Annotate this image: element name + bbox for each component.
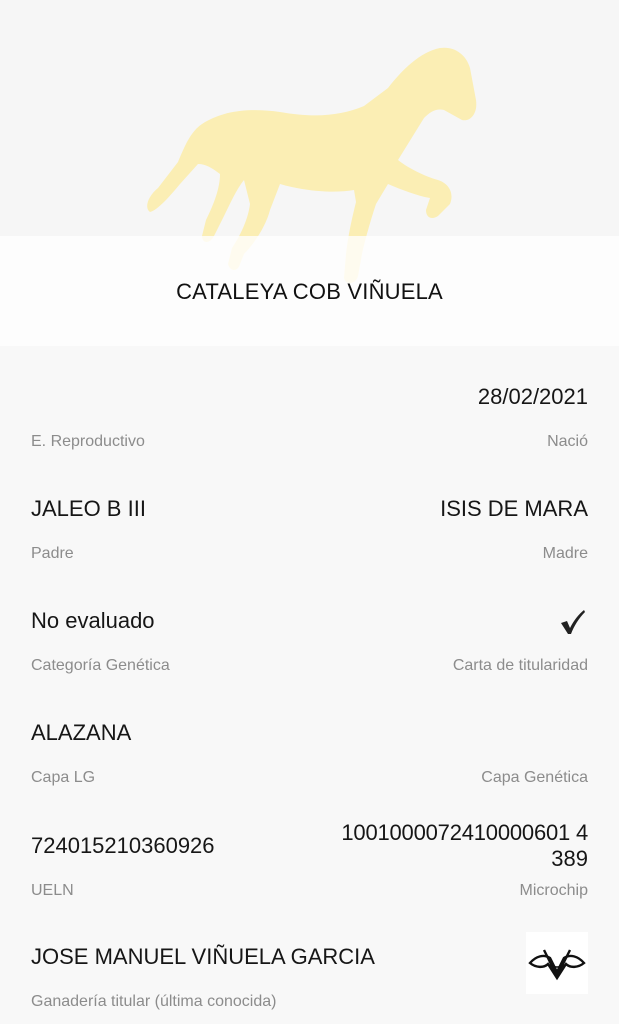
microchip-label: Microchip	[519, 882, 588, 899]
microchip-value-line1: 1001000072410000601 4	[341, 820, 588, 845]
madre-value[interactable]: ISIS DE MARA	[440, 496, 588, 522]
checkmark-icon	[561, 610, 585, 634]
horse-name: CATALEYA COB VIÑUELA	[176, 279, 443, 304]
categoria-genetica-label: Categoría Genética	[31, 657, 170, 674]
ganaderia-label: Ganadería titular (última conocida)	[31, 993, 277, 1010]
nacio-label: Nació	[547, 433, 588, 450]
capa-lg-label: Capa LG	[31, 769, 96, 786]
row-reproductivo-nacio: 28/02/2021 E. Reproductivo Nació	[31, 384, 588, 474]
horse-details: 28/02/2021 E. Reproductivo Nació JALEO B…	[0, 346, 619, 1024]
row-ueln-microchip: 724015210360926 1001000072410000601 4 38…	[31, 820, 588, 902]
row-capas: ALAZANA Capa LG Capa Genética	[31, 720, 588, 810]
carta-titularidad-label: Carta de titularidad	[452, 657, 588, 674]
padre-label: Padre	[31, 545, 74, 562]
ueln-value: 724015210360926	[31, 833, 215, 858]
nacio-value: 28/02/2021	[477, 384, 588, 409]
ganaderia-value[interactable]: JOSE MANUEL VIÑUELA GARCIA	[31, 944, 375, 970]
row-categoria-carta: No evaluado Categoría Genética Carta de …	[31, 608, 588, 698]
padre-value[interactable]: JALEO B III	[31, 496, 146, 522]
capa-genetica-label: Capa Genética	[481, 769, 588, 786]
capa-lg-value: ALAZANA	[31, 720, 132, 745]
madre-label: Madre	[542, 545, 588, 562]
row-padre-madre: JALEO B III ISIS DE MARA Padre Madre	[31, 496, 588, 586]
row-ganaderia: JOSE MANUEL VIÑUELA GARCIA Ganadería tit…	[31, 932, 588, 1022]
ueln-label: UELN	[31, 882, 74, 899]
horse-hero: CATALEYA COB VIÑUELA	[0, 0, 619, 346]
categoria-genetica-value: No evaluado	[31, 608, 155, 633]
ganaderia-brand-logo-icon	[526, 932, 588, 994]
estado-reproductivo-label: E. Reproductivo	[31, 433, 145, 450]
microchip-value-line2: 389	[551, 846, 588, 871]
